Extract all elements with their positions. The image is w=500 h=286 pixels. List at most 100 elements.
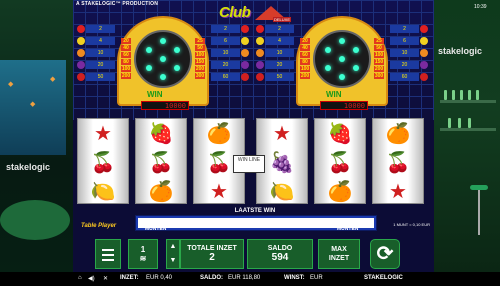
orange-icon [77,49,85,57]
cherry-icon [241,25,249,33]
orange-icon [256,49,264,57]
pay-value: 20 [265,61,294,69]
ladder-step: 200 [195,66,205,72]
light-dot [339,74,345,80]
bottle [468,118,471,128]
light-wheel [134,30,192,88]
bottle [458,118,461,128]
pay-value: 2 [390,25,419,33]
ladder-step: 60 [300,52,310,58]
pay-value: 50 [265,73,294,81]
inzet-label: INZET: [120,275,139,281]
coins-value: 1 [140,245,146,254]
turbo-icon[interactable]: ✕ [103,275,108,282]
bottle [452,90,455,100]
refresh-icon: ⟳ [376,243,394,265]
light-dot [339,56,345,62]
reel-symbol: 🍊 [206,122,232,145]
grape-icon [420,61,428,69]
paytable-row: 10 [211,48,249,58]
ladder-step: 100 [121,66,131,72]
home-icon[interactable]: ⌂ [78,275,82,281]
pay-value: 6 [211,37,240,45]
pay-value: 2 [86,25,115,33]
paytable-left: 2 4 10 20 50 [77,24,115,82]
balance-value: 594 [271,252,289,263]
reel-symbol: 🍋 [90,180,116,203]
paytable-right: 2 6 10 20 60 [211,24,249,82]
clock: 10:39 [474,4,487,10]
side-logo: stakelogic [6,162,51,172]
lemon-icon [241,37,249,45]
ladder-step: 40 [300,45,310,51]
paytable-row: 20 [390,60,428,70]
top-game-left: 2 4 10 20 50 20 40 60 80 100 200 25 50 1… [77,12,249,112]
cherry-icon [420,25,428,33]
orange-icon [420,49,428,57]
winst-value: EUR [310,275,323,281]
star-icon [77,73,85,81]
coins-selector[interactable]: 1 ≋ [128,239,158,269]
reel-symbol: 🍒 [90,151,116,174]
ladder-step: 25 [374,38,384,44]
chevron-up-icon[interactable]: ▲ [167,240,179,254]
brand-logo: STAKELOGIC [364,275,403,281]
light-wheel [313,30,371,88]
max-bet-label: MAX [331,246,347,253]
reel-symbol: 🍊 [385,122,411,145]
reel: ★ 🍒 🍋 [77,118,129,204]
paytable-row: 10 [77,48,115,58]
ladder-left: 20 40 60 80 100 200 [121,38,131,79]
ladder-left: 20 40 60 80 100 200 [300,38,310,79]
ladder-step: 80 [121,59,131,65]
light-dot [160,74,166,80]
total-bet-display: TOTALE INZET 2 [180,239,244,269]
status-bar: ⌂ ◀) ✕ INZET: EUR 0,40 SALDO: EUR 118,80… [0,4,500,286]
saldo-value: EUR 118,80 [228,275,261,281]
table-player-button[interactable]: Table Player [81,223,116,229]
slot-game: A STAKELOGIC™ PRODUCTION Club DELUXE 2 4… [73,0,434,272]
paytable-row: 4 [256,36,294,46]
pay-value: 2 [211,25,240,33]
cherry-icon [256,25,264,33]
ladder-step: 50 [195,45,205,51]
casino-background-right: stakelogic [434,0,500,272]
top-game-right: 2 4 10 20 50 20 40 60 80 100 200 25 50 1… [256,12,428,112]
munten-right: MUNTEN [337,226,359,232]
ladder-step: 80 [300,59,310,65]
bet-stepper[interactable]: ▲ ▼ [166,239,180,269]
bottle [468,90,471,100]
paytable-row: 10 [390,48,428,58]
pay-value: 10 [211,49,240,57]
ladder-step: 200 [374,66,384,72]
ladder-step: 20 [121,38,131,44]
lemon-icon [77,37,85,45]
pay-value: 20 [211,61,240,69]
grape-icon [77,61,85,69]
ladder-step: 50 [374,45,384,51]
reel-symbol: 🍊 [148,180,174,203]
sound-icon[interactable]: ◀) [88,275,95,282]
light-dot [160,38,166,44]
paytable-row: 6 [211,36,249,46]
ladder-step: 200 [121,73,131,79]
spin-button[interactable]: ⟳ [370,239,400,269]
menu-button[interactable] [95,239,121,269]
ladder-step: 300 [195,73,205,79]
shelf [440,100,496,103]
chevron-down-icon[interactable]: ▼ [167,254,179,268]
reels-right: ★ 🍇 🍋 🍓 🍒 🍊 🍊 🍒 ★ [256,118,430,204]
max-bet-button[interactable]: MAX INZET [318,239,360,269]
ladder-step: 25 [195,38,205,44]
pay-value: 2 [265,25,294,33]
reel-symbol: 🍋 [269,180,295,203]
fish-icon: ◆ [8,81,14,88]
pay-value: 60 [211,73,240,81]
paytable-row: 2 [77,24,115,34]
fish-icon: ◆ [30,101,36,108]
pay-value: 20 [390,61,419,69]
orange-icon [241,49,249,57]
inzet-value: EUR 0,40 [146,275,173,281]
casino-background-left: ◆ ◆ ◆ stakelogic [0,0,73,272]
reel-symbol: ★ [94,122,112,145]
